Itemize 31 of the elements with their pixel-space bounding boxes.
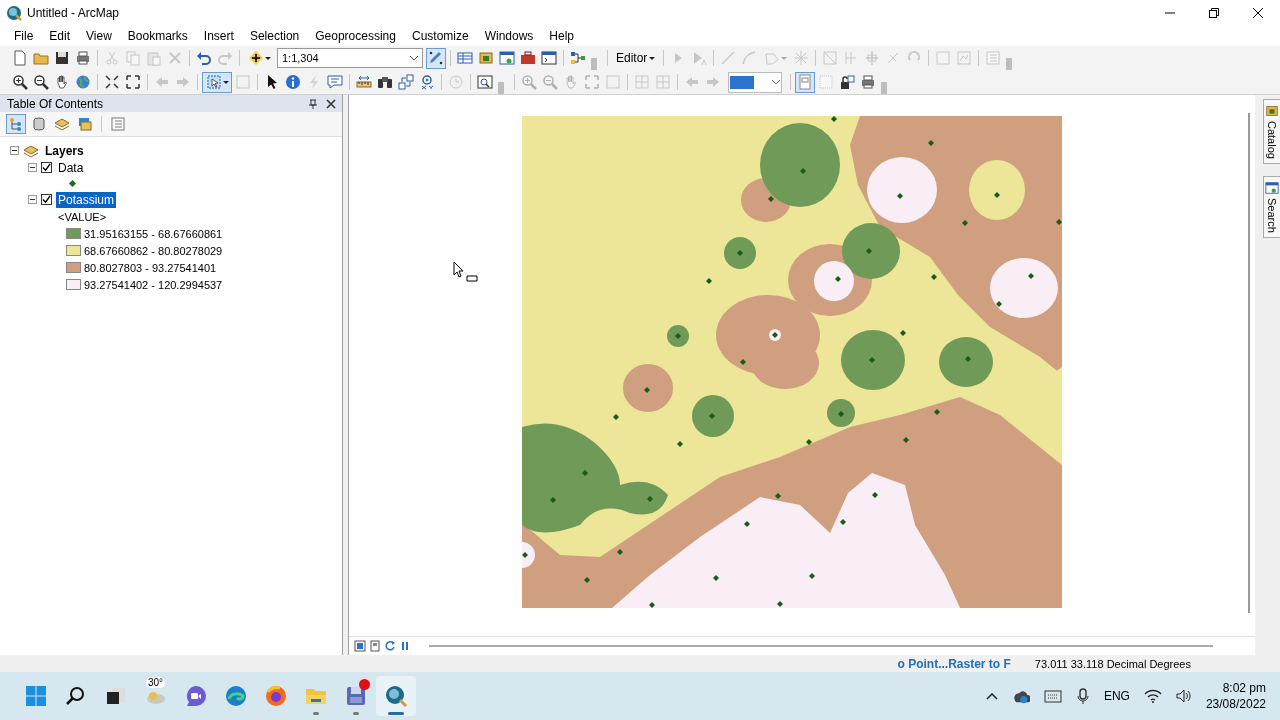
- menu-item[interactable]: Edit: [41, 27, 79, 45]
- window-title: Untitled - ArcMap: [27, 6, 120, 20]
- menu-item[interactable]: Windows: [476, 27, 542, 45]
- side-tab[interactable]: Catalog: [1263, 99, 1280, 164]
- taskbar-button[interactable]: 30°: [136, 676, 176, 716]
- layer-group-label[interactable]: Layers: [43, 142, 86, 159]
- clock-time[interactable]: 8:02 pm: [1222, 680, 1266, 696]
- menu-item[interactable]: Insert: [195, 27, 242, 45]
- menu-item[interactable]: View: [78, 27, 120, 45]
- field-label: <VALUE>: [58, 210, 107, 223]
- legend-label: 31.95163155 - 68.67660861: [84, 227, 223, 240]
- legend-label: 80.8027803 - 93.27541401: [84, 261, 217, 274]
- menu-item[interactable]: File: [6, 27, 42, 45]
- menu-item[interactable]: Help: [541, 27, 583, 45]
- clock-date[interactable]: 23/08/2022: [1205, 696, 1266, 712]
- legend-label: 93.27541402 - 120.2994537: [84, 278, 223, 291]
- language-indicator[interactable]: ENG: [1103, 689, 1130, 703]
- coordinates-text: 73.011 33.118 Decimal Degrees: [1034, 657, 1191, 670]
- layer-label[interactable]: Potassium: [56, 191, 117, 208]
- side-tab[interactable]: Search: [1263, 175, 1280, 238]
- panel-title: Table Of Contents: [7, 96, 104, 111]
- progress-text: o Point...Raster to F: [897, 656, 1011, 671]
- legend-label: 68.67660862 - 80.80278029: [84, 244, 223, 257]
- menu-item[interactable]: Bookmarks: [119, 27, 196, 45]
- layer-label[interactable]: Data: [56, 159, 86, 176]
- editor-menu[interactable]: Editor: [612, 51, 660, 65]
- menu-item[interactable]: Customize: [403, 27, 477, 45]
- temperature-badge: 30°: [146, 677, 166, 688]
- menu-item[interactable]: Selection: [241, 27, 308, 45]
- menu-item[interactable]: Geoprocessing: [307, 27, 404, 45]
- scale-dropdown[interactable]: 1:1,304: [277, 48, 423, 68]
